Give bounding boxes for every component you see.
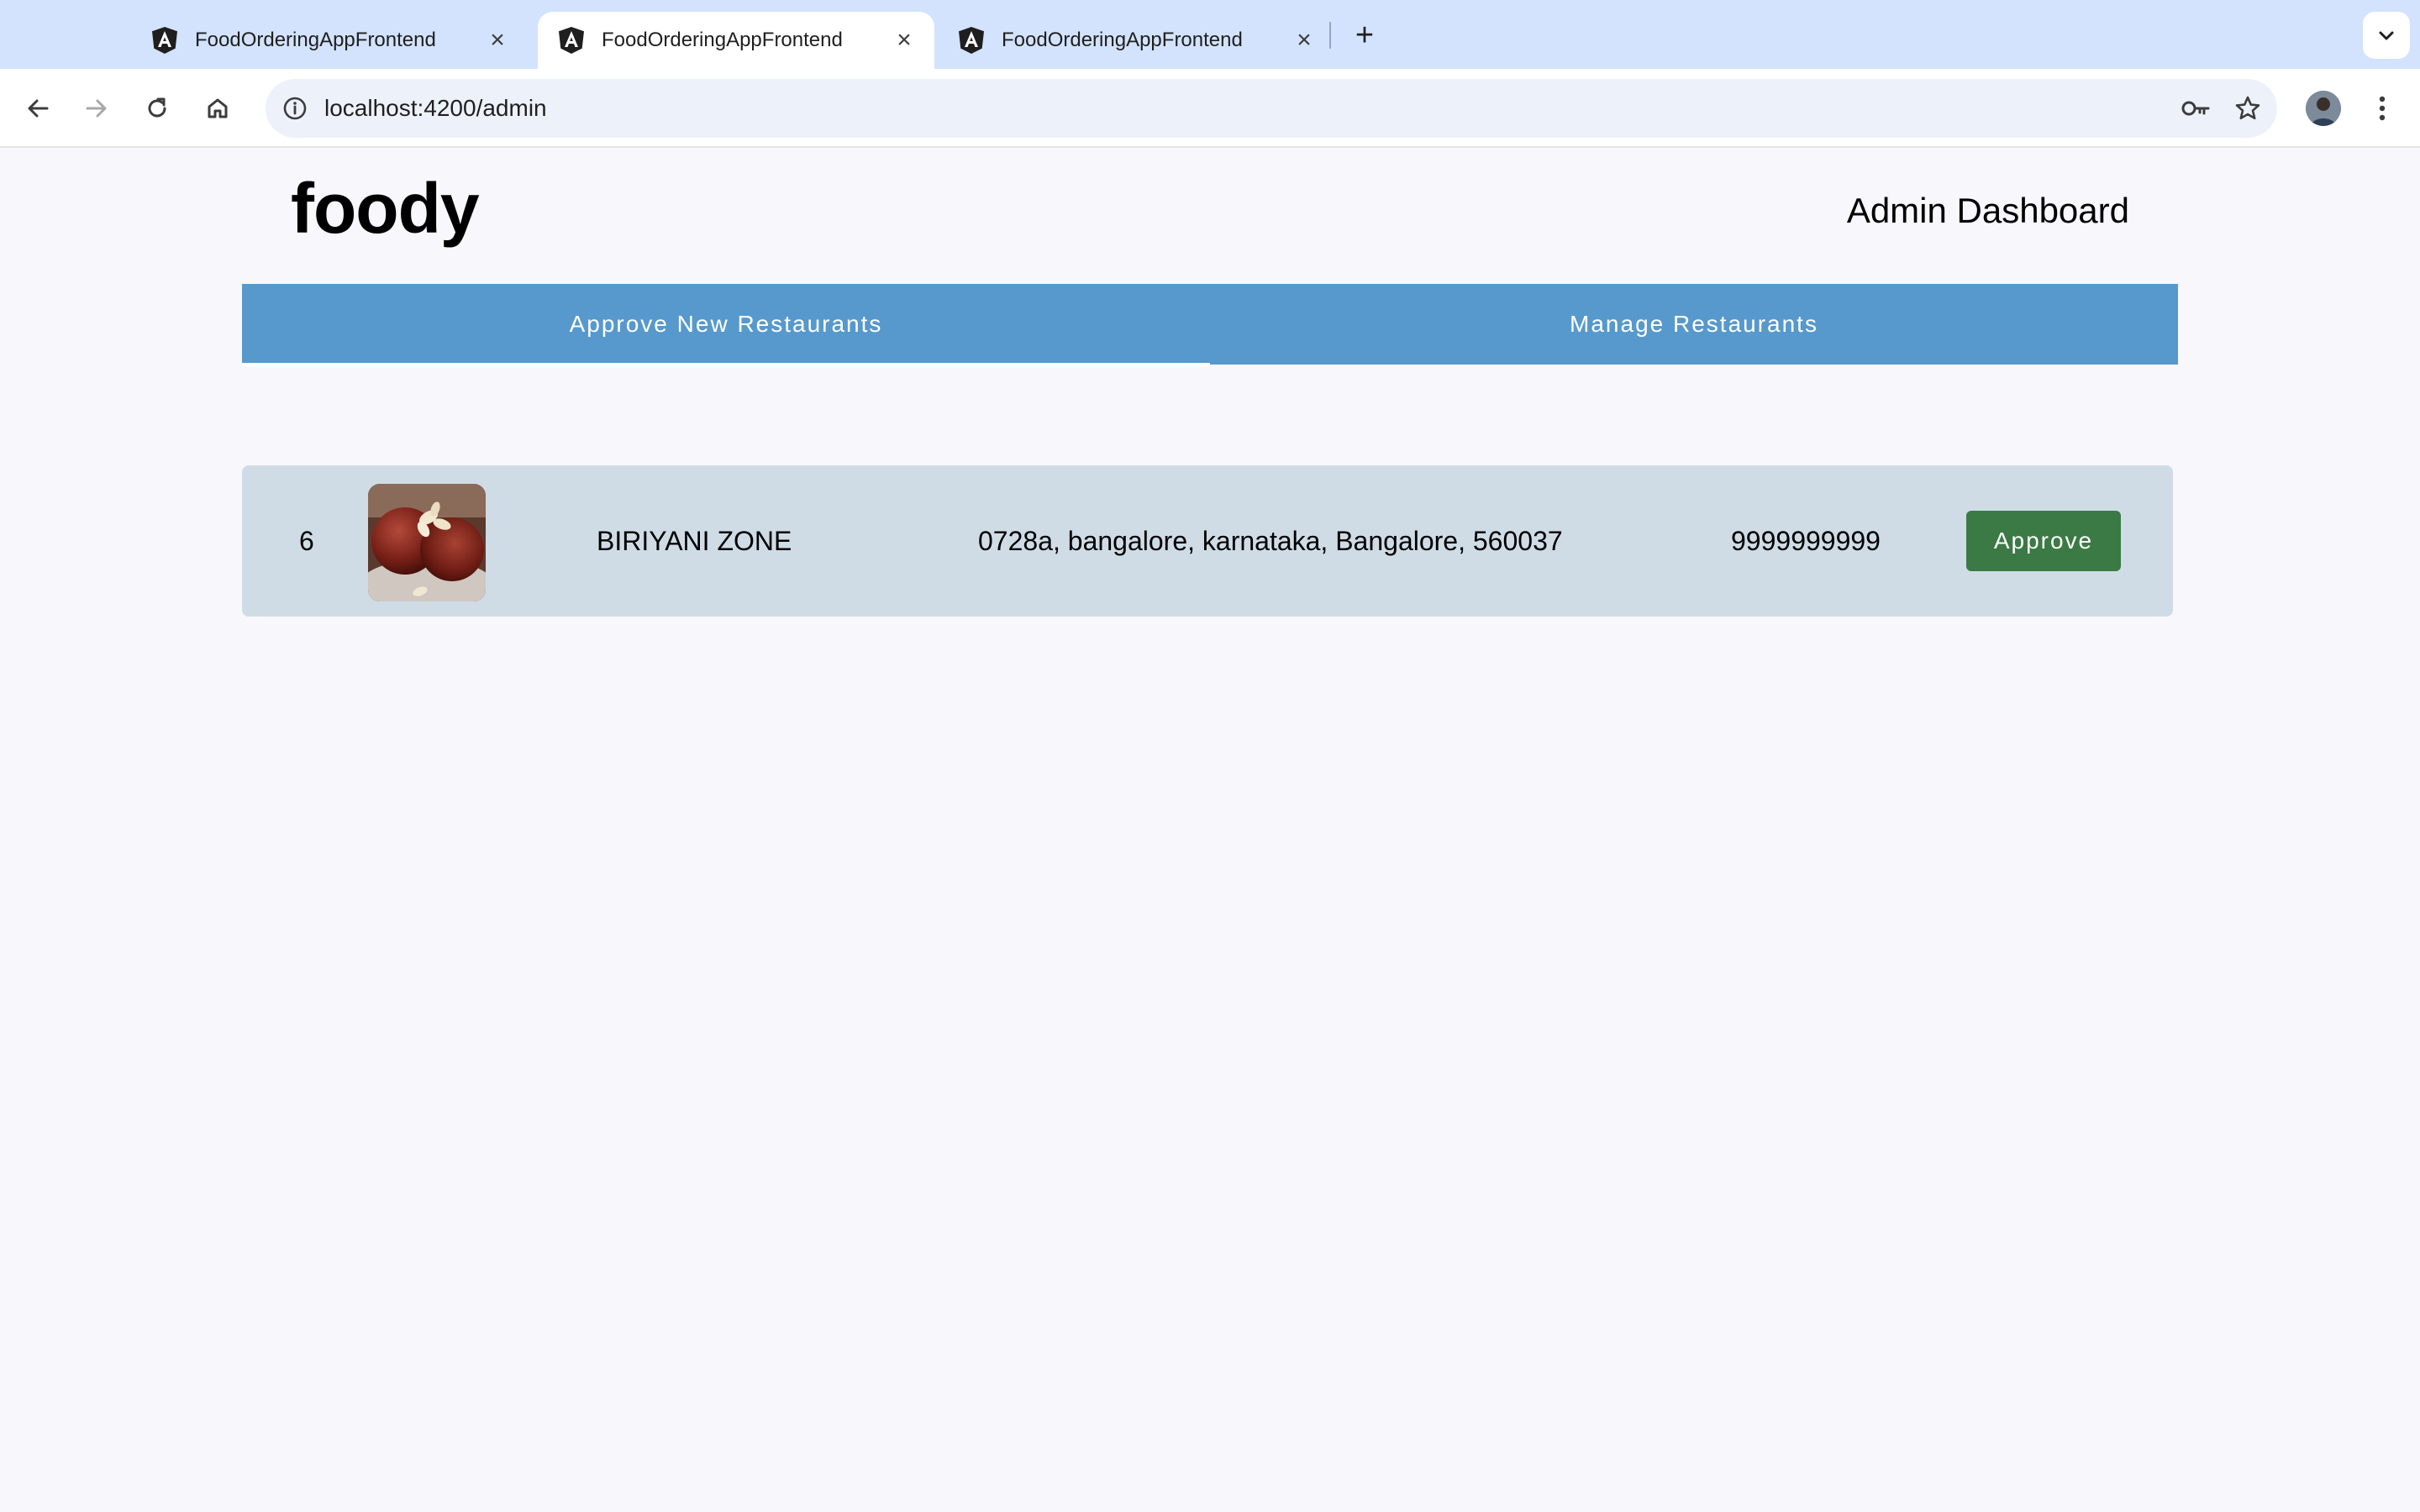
tab-separator — [1329, 22, 1331, 49]
back-arrow-icon[interactable] — [17, 87, 59, 129]
tab-label: Approve New Restaurants — [569, 311, 883, 337]
bookmark-star-icon[interactable] — [2228, 89, 2267, 128]
browser-tab-2-active[interactable]: FoodOrderingAppFrontend × — [538, 12, 934, 69]
tab-manage-restaurants[interactable]: Manage Restaurants — [1210, 284, 2178, 365]
new-tab-plus-icon[interactable]: + — [1346, 17, 1383, 54]
restaurant-address: 0728a, bangalore, karnataka, Bangalore, … — [978, 526, 1563, 556]
forward-arrow-icon[interactable] — [76, 87, 118, 129]
close-icon[interactable]: × — [1289, 25, 1319, 55]
restaurant-row: 6 BIRIYANI ZONE 0728a, bangalore, karnat… — [242, 465, 2173, 617]
address-bar[interactable]: localhost:4200/admin — [266, 79, 2277, 138]
home-icon[interactable] — [197, 87, 239, 129]
restaurant-name: BIRIYANI ZONE — [597, 526, 792, 556]
close-icon[interactable]: × — [482, 25, 513, 55]
browser-tab-1[interactable]: FoodOrderingAppFrontend × — [131, 12, 528, 69]
tab-search-chevron-down-icon[interactable] — [2363, 12, 2410, 59]
reload-icon[interactable] — [136, 87, 178, 129]
profile-avatar[interactable] — [2306, 91, 2341, 126]
browser-tab-strip: FoodOrderingAppFrontend × FoodOrderingAp… — [0, 0, 2420, 69]
angular-logo-icon — [958, 27, 985, 54]
tab-approve-new-restaurants[interactable]: Approve New Restaurants — [242, 284, 1210, 366]
angular-logo-icon — [151, 27, 178, 54]
admin-tab-bar: Approve New Restaurants Manage Restauran… — [242, 284, 2178, 366]
browser-tab-title: FoodOrderingAppFrontend — [602, 29, 843, 51]
tab-label: Manage Restaurants — [1570, 311, 1818, 337]
close-icon[interactable]: × — [889, 25, 919, 55]
browser-tab-3[interactable]: FoodOrderingAppFrontend × — [938, 12, 1334, 69]
site-info-icon[interactable] — [276, 89, 314, 128]
browser-toolbar: localhost:4200/admin — [0, 69, 2420, 148]
active-tab-indicator — [242, 363, 1210, 366]
browser-tab-title: FoodOrderingAppFrontend — [1002, 29, 1243, 51]
page-content: foody Admin Dashboard Approve New Restau… — [0, 150, 2420, 1512]
restaurant-image — [368, 484, 486, 601]
approve-button[interactable]: Approve — [1966, 511, 2121, 571]
kebab-menu-icon[interactable] — [2361, 87, 2403, 129]
angular-logo-icon — [558, 27, 585, 54]
browser-tab-title: FoodOrderingAppFrontend — [195, 29, 436, 51]
password-key-icon[interactable] — [2176, 89, 2215, 128]
restaurant-id: 6 — [299, 526, 314, 556]
url-text[interactable]: localhost:4200/admin — [324, 79, 547, 138]
brand-logo[interactable]: foody — [291, 173, 480, 244]
page-title: Admin Dashboard — [1846, 191, 2129, 230]
restaurant-phone: 9999999999 — [1731, 526, 1881, 556]
